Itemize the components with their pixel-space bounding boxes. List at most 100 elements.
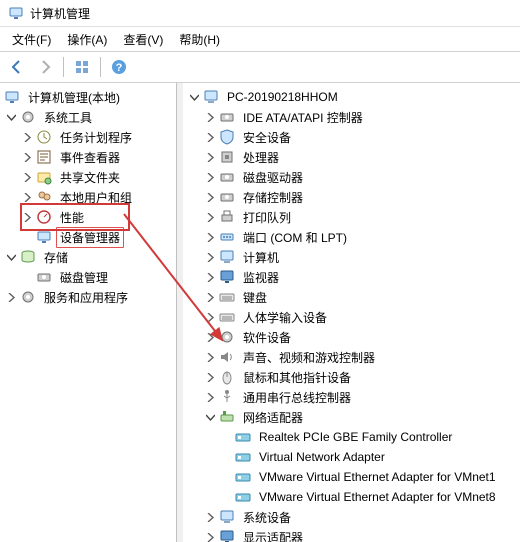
expand-toggle[interactable]: [203, 410, 217, 424]
tree-local-users[interactable]: 本地用户和组: [0, 187, 176, 207]
expand-toggle[interactable]: [203, 530, 217, 542]
nav-forward-button[interactable]: [32, 54, 58, 80]
users-icon: [36, 189, 52, 205]
nic-icon: [235, 469, 251, 485]
nic-item[interactable]: VMware Virtual Ethernet Adapter for VMne…: [183, 467, 520, 487]
tree-services-apps[interactable]: 服务和应用程序: [0, 287, 176, 307]
help-icon: [111, 59, 127, 75]
cat-computer[interactable]: 计算机: [183, 247, 520, 267]
tree-device-manager[interactable]: 设备管理器: [0, 227, 176, 247]
tree-label: 键盘: [239, 287, 271, 308]
cat-security[interactable]: 安全设备: [183, 127, 520, 147]
chevron-right-icon: [23, 193, 32, 202]
tree-label: 声音、视频和游戏控制器: [239, 347, 379, 368]
menu-view[interactable]: 查看(V): [115, 29, 171, 50]
tree-event-viewer[interactable]: 事件查看器: [0, 147, 176, 167]
cat-print[interactable]: 打印队列: [183, 207, 520, 227]
chevron-right-icon: [206, 153, 215, 162]
tree-storage[interactable]: 存储: [0, 247, 176, 267]
cat-network[interactable]: 网络适配器: [183, 407, 520, 427]
expand-toggle[interactable]: [203, 130, 217, 144]
expand-toggle[interactable]: [4, 110, 18, 124]
expand-toggle[interactable]: [203, 370, 217, 384]
expand-toggle[interactable]: [187, 90, 201, 104]
grid-icon: [75, 60, 89, 74]
tree-label: 事件查看器: [56, 147, 124, 168]
tree-label: 系统工具: [40, 107, 96, 128]
cat-keyboards[interactable]: 键盘: [183, 287, 520, 307]
menu-file[interactable]: 文件(F): [4, 29, 59, 50]
tree-system-tools[interactable]: 系统工具: [0, 107, 176, 127]
tree-disk-mgmt[interactable]: 磁盘管理: [0, 267, 176, 287]
expand-toggle[interactable]: [203, 330, 217, 344]
cat-system-dev[interactable]: 系统设备: [183, 507, 520, 527]
cat-disk-drives[interactable]: 磁盘驱动器: [183, 167, 520, 187]
expand-toggle[interactable]: [20, 190, 34, 204]
cat-ports[interactable]: 端口 (COM 和 LPT): [183, 227, 520, 247]
expand-toggle[interactable]: [203, 510, 217, 524]
chevron-right-icon: [206, 193, 215, 202]
device-root[interactable]: PC-20190218HHOM: [183, 87, 520, 107]
menu-help[interactable]: 帮助(H): [171, 29, 228, 50]
expand-toggle[interactable]: [20, 210, 34, 224]
view-grid-button[interactable]: [69, 54, 95, 80]
tree-root[interactable]: 计算机管理(本地): [0, 87, 176, 107]
expand-toggle[interactable]: [20, 130, 34, 144]
services-icon: [20, 289, 36, 305]
clock-icon: [36, 129, 52, 145]
expand-toggle[interactable]: [203, 250, 217, 264]
expand-toggle[interactable]: [203, 170, 217, 184]
expand-toggle[interactable]: [203, 150, 217, 164]
printer-icon: [219, 209, 235, 225]
cat-ide[interactable]: IDE ATA/ATAPI 控制器: [183, 107, 520, 127]
left-tree[interactable]: 计算机管理(本地) 系统工具 任务计划程序 事件查看器 共享文件夹 本地用户和组…: [0, 83, 177, 542]
expand-toggle[interactable]: [203, 350, 217, 364]
tree-label: 任务计划程序: [56, 127, 136, 148]
tree-label: VMware Virtual Ethernet Adapter for VMne…: [255, 468, 500, 486]
cat-monitors[interactable]: 监视器: [183, 267, 520, 287]
tree-label: 共享文件夹: [56, 167, 124, 188]
tree-shared-folders[interactable]: 共享文件夹: [0, 167, 176, 187]
tree-label: Realtek PCIe GBE Family Controller: [255, 428, 456, 446]
cat-display[interactable]: 显示适配器: [183, 527, 520, 542]
nav-back-button[interactable]: [4, 54, 30, 80]
expand-toggle[interactable]: [203, 270, 217, 284]
cat-storage-ctrl[interactable]: 存储控制器: [183, 187, 520, 207]
tree-task-scheduler[interactable]: 任务计划程序: [0, 127, 176, 147]
chevron-right-icon: [206, 213, 215, 222]
expand-toggle[interactable]: [4, 250, 18, 264]
expand-toggle[interactable]: [203, 190, 217, 204]
cat-sound[interactable]: 声音、视频和游戏控制器: [183, 347, 520, 367]
tree-label: IDE ATA/ATAPI 控制器: [239, 107, 367, 128]
tree-label: Virtual Network Adapter: [255, 448, 389, 466]
cpu-icon: [219, 149, 235, 165]
cat-usb[interactable]: 通用串行总线控制器: [183, 387, 520, 407]
cat-software-dev[interactable]: 软件设备: [183, 327, 520, 347]
nic-item[interactable]: Realtek PCIe GBE Family Controller: [183, 427, 520, 447]
cat-mice[interactable]: 鼠标和其他指针设备: [183, 367, 520, 387]
menu-action[interactable]: 操作(A): [59, 29, 115, 50]
nic-item[interactable]: Virtual Network Adapter: [183, 447, 520, 467]
expand-toggle[interactable]: [20, 170, 34, 184]
tree-performance[interactable]: 性能: [0, 207, 176, 227]
chevron-down-icon: [7, 113, 16, 122]
computer-mgmt-icon: [4, 89, 20, 105]
tree-label: 鼠标和其他指针设备: [239, 367, 355, 388]
nic-item[interactable]: VMware Virtual Ethernet Adapter for VMne…: [183, 487, 520, 507]
expand-toggle[interactable]: [203, 210, 217, 224]
device-tree[interactable]: PC-20190218HHOM IDE ATA/ATAPI 控制器 安全设备 处…: [183, 83, 520, 542]
expand-toggle[interactable]: [203, 310, 217, 324]
expand-toggle[interactable]: [20, 150, 34, 164]
expand-toggle[interactable]: [4, 290, 18, 304]
chevron-right-icon: [206, 293, 215, 302]
tree-label: 存储: [40, 247, 72, 268]
expand-toggle[interactable]: [203, 110, 217, 124]
expand-toggle[interactable]: [203, 230, 217, 244]
tree-label: 端口 (COM 和 LPT): [239, 227, 351, 248]
expand-toggle[interactable]: [203, 390, 217, 404]
cat-cpu[interactable]: 处理器: [183, 147, 520, 167]
cat-hid[interactable]: 人体学输入设备: [183, 307, 520, 327]
help-button[interactable]: [106, 54, 132, 80]
expand-toggle[interactable]: [203, 290, 217, 304]
toolbar-separator: [63, 57, 64, 77]
